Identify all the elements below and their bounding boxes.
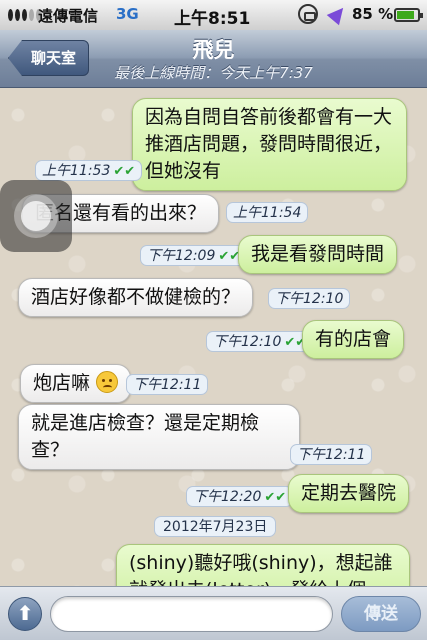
message-bubble-outgoing[interactable]: 有的店會	[302, 320, 405, 359]
message-text: 就是進店檢查？還是定期檢查？	[31, 412, 260, 461]
timestamp-text: 下午12:09	[147, 248, 216, 264]
timestamp-text: 下午12:10	[275, 291, 344, 307]
message-timestamp: 下午12:20 ✔✔	[186, 486, 294, 507]
unamused-face-emoji	[96, 371, 119, 393]
message-timestamp: 下午12:11	[290, 444, 373, 465]
timestamp-text: 下午12:20	[193, 489, 262, 505]
message-text: 定期去醫院	[301, 482, 397, 504]
signal-strength-icon	[8, 9, 41, 21]
timestamp-text: 上午11:53	[42, 163, 111, 179]
send-button[interactable]: 傳送	[341, 596, 421, 632]
up-arrow-icon: ⬆	[16, 601, 34, 625]
message-timestamp: 上午11:53 ✔✔	[35, 160, 143, 181]
date-separator: 2012年7月23日	[154, 516, 277, 537]
timestamp-text: 下午12:11	[133, 377, 202, 393]
location-arrow-icon	[326, 2, 350, 26]
message-text: 酒店好像都不做健檢的？	[31, 286, 241, 308]
message-bubble-outgoing[interactable]: 我是看發問時間	[238, 235, 398, 274]
message-bubble-outgoing[interactable]: (shiny)聽好哦(shiny)，想起誰就發出去(letter)，發給上個	[116, 544, 410, 586]
status-time: 上午8:51	[174, 9, 251, 29]
status-bar: 遠傳電信 3G 上午8:51 85 %	[0, 0, 427, 30]
message-timestamp: 下午12:10	[268, 288, 351, 309]
message-list[interactable]: 因為自問自答前後都會有一大推酒店問題，發問時間很近，但她沒有 上午11:53 ✔✔…	[0, 88, 427, 586]
timestamp-text: 下午12:11	[297, 447, 366, 463]
battery-percent: 85 %	[352, 5, 394, 23]
carrier-name: 遠傳電信	[38, 7, 99, 25]
message-bubble-incoming[interactable]: 酒店好像都不做健檢的？	[18, 278, 254, 317]
message-timestamp: 下午12:11	[126, 374, 209, 395]
double-check-icon: ✔✔	[218, 249, 241, 264]
timestamp-text: 下午12:10	[213, 334, 282, 350]
chat-header: 聊天室 飛兒 最後上線時間：今天上午7:37	[0, 30, 427, 88]
message-bubble-incoming[interactable]: 就是進店檢查？還是定期檢查？	[18, 404, 300, 470]
assistive-touch-button[interactable]	[0, 180, 72, 252]
network-type: 3G	[116, 5, 139, 23]
message-input[interactable]	[50, 596, 333, 632]
message-text: 炮店嘛	[33, 372, 91, 394]
message-text: 有的店會	[315, 328, 392, 350]
last-seen: 最後上線時間：今天上午7:37	[114, 64, 313, 82]
timestamp-text: 上午11:54	[233, 205, 302, 221]
message-text: (shiny)聽好哦(shiny)，想起誰就發出去(letter)，發給上個	[129, 552, 393, 586]
message-timestamp: 下午12:09 ✔✔	[140, 245, 248, 266]
message-timestamp: 下午12:10 ✔✔	[206, 331, 314, 352]
compose-bar: ⬆ 傳送	[0, 586, 427, 640]
double-check-icon: ✔✔	[113, 164, 136, 179]
message-bubble-outgoing[interactable]: 因為自問自答前後都會有一大推酒店問題，發問時間很近，但她沒有	[132, 98, 407, 191]
battery-icon	[394, 8, 423, 22]
rotation-lock-icon	[298, 4, 318, 24]
message-text: 因為自問自答前後都會有一大推酒店問題，發問時間很近，但她沒有	[145, 106, 393, 182]
message-bubble-incoming[interactable]: 炮店嘛	[20, 364, 132, 403]
message-timestamp: 上午11:54	[226, 202, 309, 223]
contact-name: 飛兒	[192, 38, 235, 62]
message-bubble-outgoing[interactable]: 定期去醫院	[288, 474, 410, 513]
message-text: 我是看發問時間	[251, 243, 385, 265]
attach-button[interactable]: ⬆	[8, 597, 42, 631]
double-check-icon: ✔✔	[264, 490, 287, 505]
